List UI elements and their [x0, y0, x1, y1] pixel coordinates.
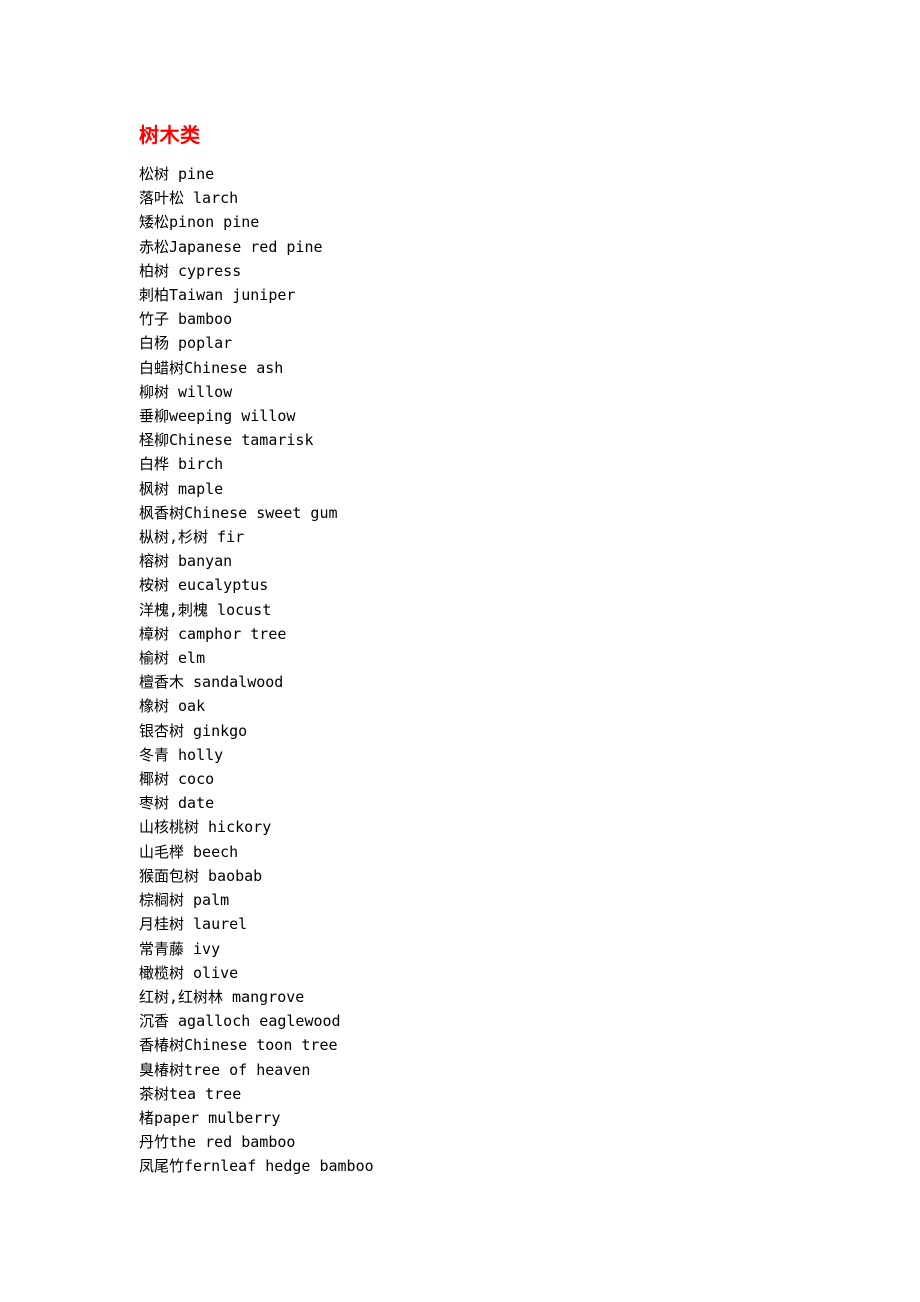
list-item: 红树,红树林 mangrove — [139, 987, 305, 1006]
list-item: 橡树 oak — [139, 697, 206, 716]
list-item: 山核桃树 hickory — [139, 818, 272, 837]
list-item: 白桦 birch — [139, 455, 224, 474]
list-item: 猴面包树 baobab — [139, 866, 263, 885]
list-item: 丹竹the red bamboo — [139, 1133, 296, 1152]
page-title: 树木类 — [139, 123, 201, 147]
vocabulary-list: 松树 pine 落叶松 larch 矮松pinon pine 赤松Japanese r… — [139, 162, 920, 1179]
list-item: 沉香 agalloch eaglewood — [139, 1012, 341, 1031]
list-item: 矮松pinon pine — [139, 213, 260, 232]
list-item: 松树 pine — [139, 165, 215, 183]
list-item: 冬青 holly — [139, 745, 224, 764]
list-item: 山毛榉 beech — [139, 842, 239, 861]
list-item: 落叶松 larch — [139, 189, 239, 208]
list-item: 月桂树 laurel — [139, 915, 248, 934]
list-item: 榕树 banyan — [139, 552, 233, 571]
list-item: 茶树tea tree — [139, 1084, 242, 1103]
list-item: 柳树 willow — [139, 382, 233, 401]
list-item: 白蜡树Chinese ash — [139, 358, 284, 377]
list-item: 檀香木 sandalwood — [139, 673, 284, 692]
list-item: 银杏树 ginkgo — [139, 721, 248, 740]
list-item: 凤尾竹fernleaf hedge bamboo — [139, 1157, 374, 1176]
list-item: 柽柳Chinese tamarisk — [139, 431, 314, 450]
list-item: 楮paper mulberry — [139, 1108, 281, 1127]
list-item: 洋槐,刺槐 locust — [139, 600, 272, 619]
list-item: 枣树 date — [139, 794, 215, 813]
list-item: 赤松Japanese red pine — [139, 237, 323, 256]
document-page: 树木类 松树 pine 落叶松 larch 矮松pinon pine 赤松Japane… — [0, 0, 920, 1302]
list-item: 榆树 elm — [139, 649, 206, 668]
list-item: 垂柳weeping willow — [139, 407, 296, 426]
list-item: 竹子 bamboo — [139, 310, 233, 329]
list-item: 枫树 maple — [139, 479, 224, 498]
list-item: 常青藤 ivy — [139, 939, 221, 958]
list-item: 枫香树Chinese sweet gum — [139, 503, 338, 522]
list-item: 枞树,杉树 fir — [139, 528, 245, 547]
list-item: 棕榈树 palm — [139, 891, 230, 910]
list-item: 刺柏Taiwan juniper — [139, 286, 296, 305]
list-item: 樟树 camphor tree — [139, 624, 287, 643]
list-item: 臭椿树tree of heaven — [139, 1060, 311, 1079]
list-item: 橄榄树 olive — [139, 963, 239, 982]
list-item: 白杨 poplar — [139, 334, 233, 353]
list-item: 香椿树Chinese toon tree — [139, 1036, 338, 1055]
list-item: 桉树 eucalyptus — [139, 576, 269, 595]
list-item: 柏树 cypress — [139, 261, 242, 280]
list-item: 椰树 coco — [139, 770, 215, 789]
